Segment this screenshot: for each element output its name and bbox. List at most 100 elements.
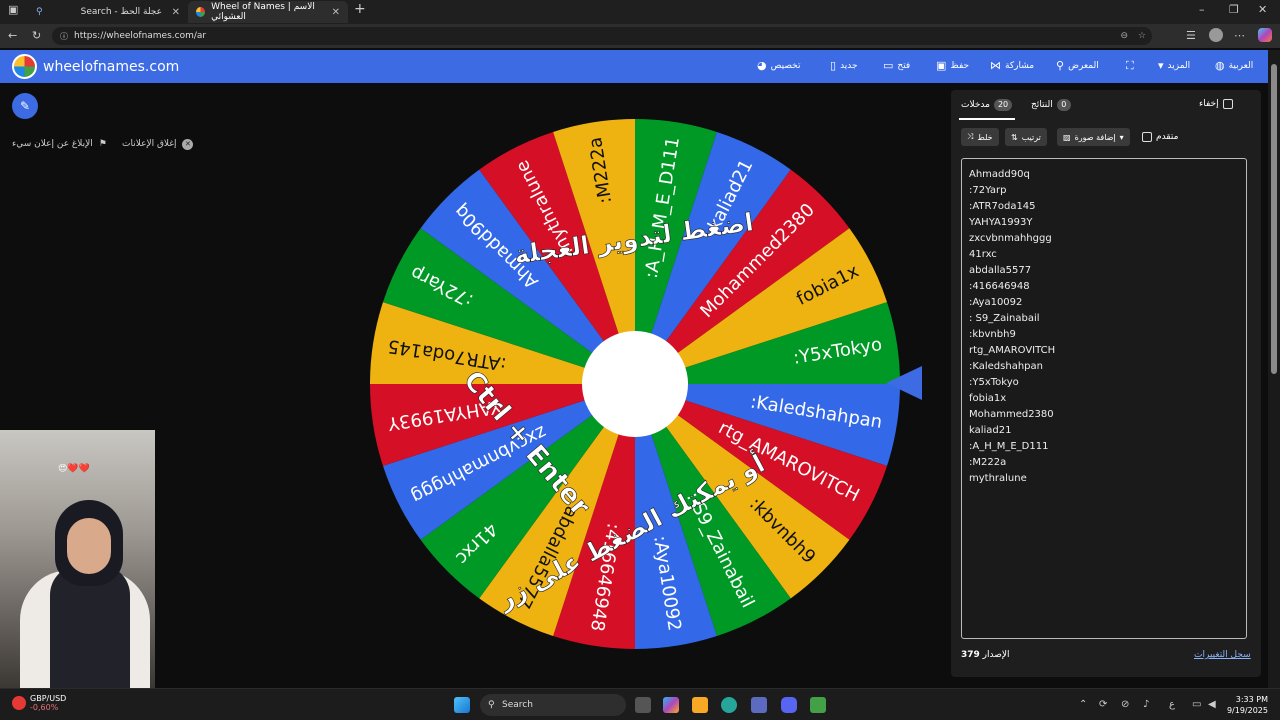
open-label: فتح bbox=[897, 60, 911, 71]
close-tab-icon[interactable]: ✕ bbox=[172, 7, 180, 18]
network-icon[interactable]: ▭ bbox=[1192, 699, 1201, 710]
wheel-svg[interactable]: :Kaledshahpanrtg_AMAROVITCH:kbvnbh9: S9_… bbox=[370, 119, 900, 649]
tab-results[interactable]: النتائج 0 bbox=[1031, 99, 1071, 111]
sort-button[interactable]: ⇅ ترتيب bbox=[1005, 128, 1047, 146]
edit-pencil-button[interactable]: ✎ bbox=[12, 93, 38, 119]
save-button[interactable]: ▣ حفظ bbox=[936, 59, 969, 72]
notifications-muted-icon[interactable]: ⊘ bbox=[1121, 699, 1129, 710]
new-tab-icon[interactable]: + bbox=[354, 1, 366, 17]
changelog-link[interactable]: سجل التغييرات bbox=[1194, 650, 1251, 660]
entry-line: :ATR7oda145 bbox=[969, 201, 1036, 212]
task-view-icon[interactable] bbox=[635, 697, 651, 713]
share-label: مشاركة bbox=[1005, 60, 1035, 71]
ticker-change: -0,60% bbox=[30, 703, 59, 712]
scrollbar-thumb[interactable] bbox=[1271, 64, 1277, 374]
language-label: العربية bbox=[1228, 60, 1254, 71]
globe-icon: ◍ bbox=[1215, 59, 1225, 72]
hide-checkbox[interactable] bbox=[1222, 99, 1233, 109]
tab-entries[interactable]: مدخلات 20 bbox=[961, 99, 1013, 111]
tray-app-icon[interactable]: ⟳ bbox=[1099, 699, 1107, 710]
gallery-button[interactable]: ⚲ المعرض bbox=[1056, 59, 1099, 72]
customize-label: تخصيص bbox=[770, 60, 801, 71]
chevron-down-icon: ▾ bbox=[1119, 132, 1124, 142]
entries-textarea[interactable]: Ahmadd90q:72Yarp:ATR7oda145 YAHYA1993Y zxc… bbox=[961, 158, 1247, 639]
report-ad-link[interactable]: الإبلاغ عن إعلان سيء ⚑ bbox=[12, 139, 107, 149]
hide-toggle[interactable]: إخفاء bbox=[1199, 99, 1233, 109]
save-icon: ▣ bbox=[936, 59, 947, 72]
advanced-checkbox[interactable] bbox=[1142, 132, 1152, 142]
start-windows-icon[interactable] bbox=[454, 697, 470, 713]
add-image-button[interactable]: ▨ إضافة صورة ▾ bbox=[1057, 128, 1130, 146]
entry-line: :Kaledshahpan bbox=[969, 361, 1043, 372]
more-label: المزيد bbox=[1167, 60, 1191, 71]
entry-line: :Aya10092 bbox=[969, 297, 1023, 308]
ticker-widget[interactable]: GBP/USD -0,60% bbox=[12, 694, 66, 712]
favorite-star-icon[interactable]: ☆ bbox=[1138, 31, 1146, 41]
clock-date: 9/19/2025 bbox=[1226, 706, 1268, 715]
minimize-icon[interactable]: – bbox=[1199, 3, 1205, 16]
reload-icon[interactable]: ↻ bbox=[32, 29, 41, 42]
close-ads-link[interactable]: إغلاق الإعلانات ✕ bbox=[122, 139, 194, 150]
entry-line: fobia1x bbox=[969, 393, 1007, 404]
copilot-taskbar-icon[interactable] bbox=[663, 697, 679, 713]
entry-line: :Y5xTokyo bbox=[969, 377, 1019, 388]
close-window-icon[interactable]: ✕ bbox=[1258, 3, 1267, 16]
entry-line: Ahmadd90q bbox=[969, 169, 1030, 180]
language-button[interactable]: ◍ العربية bbox=[1215, 59, 1253, 72]
advanced-toggle[interactable]: متقدم bbox=[1142, 132, 1178, 142]
discord-icon[interactable] bbox=[781, 697, 797, 713]
back-icon[interactable]: ← bbox=[8, 29, 17, 42]
brand[interactable]: wheelofnames.com bbox=[12, 54, 179, 79]
more-menu-button[interactable]: ▾ المزيد bbox=[1158, 59, 1190, 72]
copilot-icon[interactable] bbox=[1258, 28, 1272, 42]
gallery-label: المعرض bbox=[1068, 60, 1099, 71]
taskbar-search[interactable]: ⚲ Search bbox=[480, 694, 626, 716]
translate-icon[interactable]: ⊖ bbox=[1120, 31, 1128, 41]
wheel-favicon-icon bbox=[196, 7, 206, 17]
image-icon: ▨ bbox=[1063, 132, 1071, 142]
version-number: 379 bbox=[961, 650, 980, 660]
new-label: جديد bbox=[840, 60, 858, 71]
customize-button[interactable]: ◕ تخصيص bbox=[757, 59, 800, 72]
version-label: الإصدار bbox=[982, 650, 1010, 660]
edge-browser-icon[interactable] bbox=[721, 697, 737, 713]
input-language[interactable]: ع bbox=[1169, 699, 1175, 710]
page-scrollbar[interactable] bbox=[1268, 50, 1280, 688]
entries-count-badge: 20 bbox=[993, 99, 1013, 111]
tab-wheel-of-names[interactable]: Wheel of Names | الاسم العشوائي ✕ bbox=[188, 1, 348, 23]
more-options-icon[interactable]: ⋯ bbox=[1234, 29, 1245, 42]
open-button[interactable]: ▭ فتح bbox=[883, 59, 910, 72]
store-icon[interactable] bbox=[751, 697, 767, 713]
maximize-icon[interactable]: ❐ bbox=[1229, 3, 1239, 16]
profile-avatar[interactable] bbox=[1209, 28, 1223, 42]
favorites-icon[interactable]: ☰ bbox=[1186, 29, 1196, 42]
microphone-icon[interactable]: ♪ bbox=[1143, 699, 1149, 710]
tray-overflow-icon[interactable]: ⌃ bbox=[1079, 699, 1087, 710]
entry-line: :kbvnbh9 bbox=[969, 329, 1016, 340]
clock[interactable]: 3:33 PM 9/19/2025 bbox=[1222, 694, 1268, 716]
search-icon: ⚲ bbox=[1056, 59, 1065, 72]
address-bar-row: ← ↻ ⓘ https://wheelofnames.com/ar ⊖ ☆ ☰ … bbox=[0, 24, 1280, 48]
wheel-center-hub[interactable] bbox=[582, 331, 688, 437]
shuffle-button[interactable]: ⤨ خلط bbox=[961, 128, 999, 146]
wheel[interactable]: :Kaledshahpan rtg_AMAROVITCH:kbvnbh9: S9_… bbox=[370, 119, 900, 649]
app-icon[interactable] bbox=[810, 697, 826, 713]
share-button[interactable]: ⋈ مشاركة bbox=[990, 59, 1034, 72]
site-info-icon[interactable]: ⓘ bbox=[60, 31, 68, 42]
tab-actions-icon[interactable]: ▣ bbox=[8, 3, 18, 16]
volume-icon[interactable]: ◀ bbox=[1208, 699, 1216, 710]
entry-line: kaliad21 bbox=[969, 425, 1012, 436]
entry-line: mythralune bbox=[969, 473, 1027, 484]
pencil-icon: ✎ bbox=[19, 99, 31, 113]
search-tab-icon: ⚲ bbox=[36, 7, 43, 17]
url-field[interactable]: ⓘ https://wheelofnames.com/ar ⊖ ☆ bbox=[52, 27, 1152, 45]
tab-search[interactable]: ⚲ Search - عجلة الحظ ✕ bbox=[28, 1, 188, 23]
file-explorer-icon[interactable] bbox=[692, 697, 708, 713]
shuffle-icon: ⤨ bbox=[967, 132, 974, 141]
flag-icon: ⚑ bbox=[98, 139, 107, 149]
fullscreen-button[interactable]: ⛶ bbox=[1126, 59, 1134, 73]
wheel-logo-icon bbox=[12, 54, 37, 79]
close-tab-icon[interactable]: ✕ bbox=[332, 7, 340, 18]
new-button[interactable]: ▯ جديد bbox=[830, 59, 858, 72]
advanced-label: متقدم bbox=[1156, 132, 1179, 142]
